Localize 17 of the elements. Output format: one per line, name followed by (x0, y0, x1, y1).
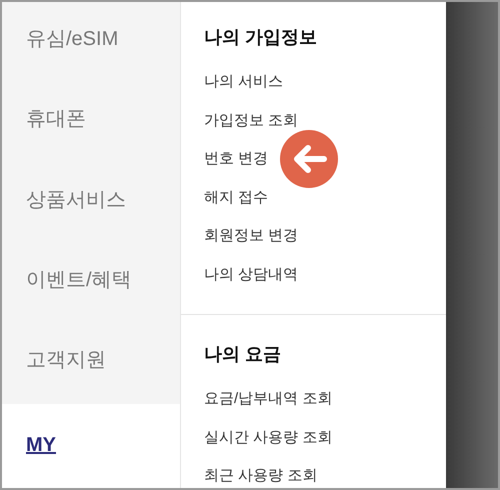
menu-link[interactable]: 회원정보 변경 (204, 225, 298, 248)
category-tab[interactable]: 이벤트/혜택 (2, 242, 180, 324)
menu-link[interactable]: 요금/납부내역 조회 (204, 388, 332, 410)
menu-link[interactable]: 실시간 사용량 조회 (204, 426, 332, 449)
category-tab[interactable]: 고객지원 (2, 323, 180, 404)
category-tab[interactable]: 상품서비스 (2, 162, 180, 243)
section-title: 나의 요금 (204, 343, 282, 366)
category-tab[interactable]: MY (2, 404, 180, 488)
section-title: 나의 가입정보 (204, 26, 318, 49)
menu-link[interactable]: 해지 접수 (204, 186, 268, 209)
menu-link[interactable]: 나의 서비스 (204, 71, 284, 94)
menu-link[interactable]: 최근 사용량 조회 (204, 465, 318, 488)
category-tab[interactable]: 휴대폰 (2, 82, 180, 163)
menu-link[interactable]: 가입정보 조회 (204, 110, 298, 132)
menu-link[interactable]: 번호 변경 (204, 148, 268, 170)
menu-link[interactable]: 나의 상담내역 (204, 264, 298, 286)
category-tab[interactable]: 유심/eSIM (2, 2, 180, 82)
